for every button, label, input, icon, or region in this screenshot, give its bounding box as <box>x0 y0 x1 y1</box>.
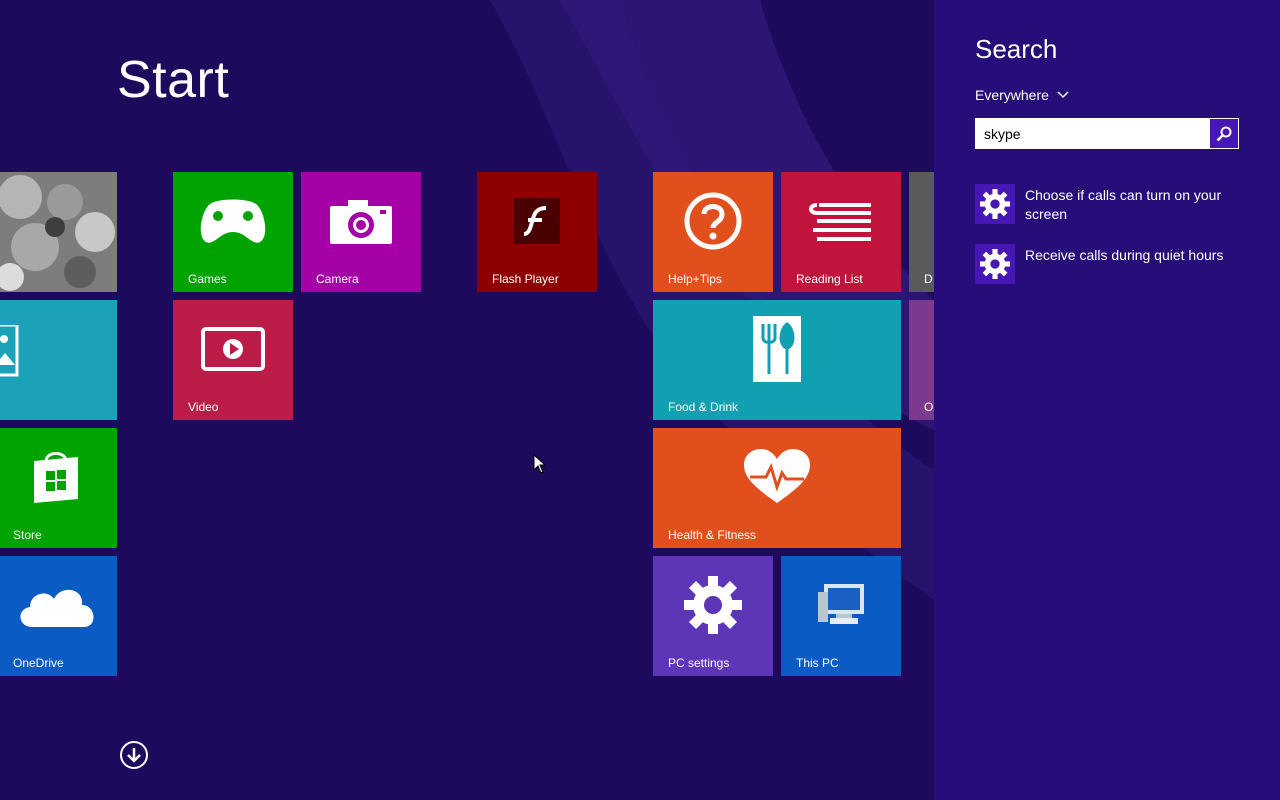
tile-label: Games <box>188 272 227 286</box>
tile-reading-list[interactable]: Reading List <box>781 172 901 292</box>
heart-pulse-icon <box>744 449 810 503</box>
tile-games[interactable]: Games <box>173 172 293 292</box>
result-label: Choose if calls can turn on your screen <box>1025 187 1222 222</box>
flash-icon <box>514 198 560 244</box>
gear-icon <box>684 576 742 634</box>
search-charm-pane: Search Everywhere skype Choose if calls … <box>934 0 1280 800</box>
search-title: Search <box>975 34 1058 64</box>
search-icon <box>1216 126 1232 141</box>
search-scope-label: Everywhere <box>975 87 1049 103</box>
tile-label: Store <box>13 528 42 542</box>
tile-label: O <box>924 400 934 414</box>
tile-food-drink[interactable]: Food & Drink <box>653 300 901 420</box>
all-apps-arrow-button[interactable] <box>120 741 148 769</box>
tile-label: Camera <box>316 272 359 286</box>
search-button[interactable] <box>1210 119 1238 148</box>
camera-icon <box>330 200 392 244</box>
tile-store[interactable]: Store <box>0 428 117 548</box>
fork-knife-icon <box>753 316 801 382</box>
tile-camera[interactable]: Camera <box>301 172 421 292</box>
tile-label: Help+Tips <box>668 272 722 286</box>
search-result-item[interactable]: Choose if calls can turn on your screen <box>975 184 1235 224</box>
tile-flash-player[interactable]: Flash Player <box>477 172 597 292</box>
weather-icon <box>0 325 19 377</box>
tile-label: This PC <box>796 656 839 670</box>
start-title: Start <box>117 51 230 109</box>
tile-label: Reading List <box>796 272 863 286</box>
start-screen: Start Store OneDrive Games Camera Video … <box>0 0 934 800</box>
photo-icon <box>0 172 117 292</box>
result-label: Receive calls during quiet hours <box>1025 247 1224 263</box>
tile-health-fitness[interactable]: Health & Fitness <box>653 428 901 548</box>
tile-video[interactable]: Video <box>173 300 293 420</box>
tile-help-tips[interactable]: Help+Tips <box>653 172 773 292</box>
computer-icon <box>818 584 864 624</box>
chevron-down-icon <box>1057 91 1069 99</box>
result-icon-box <box>975 244 1015 284</box>
search-result-item[interactable]: Receive calls during quiet hours <box>975 244 1235 284</box>
tile-label: Food & Drink <box>668 400 739 414</box>
question-icon <box>684 192 742 250</box>
tile-weather[interactable] <box>0 300 117 420</box>
tile-label: D <box>924 272 933 286</box>
tile-label: Video <box>188 400 219 414</box>
gamepad-icon <box>200 199 266 243</box>
tile-onedrive[interactable]: OneDrive <box>0 556 117 676</box>
tile-label: Health & Fitness <box>668 528 757 542</box>
mouse-cursor-icon <box>533 454 547 474</box>
tile-partial-o[interactable]: O <box>909 300 934 420</box>
search-box <box>975 118 1239 149</box>
cloud-icon <box>20 589 94 627</box>
search-scope-dropdown[interactable]: Everywhere <box>975 87 1069 103</box>
tile-partial-d[interactable]: D <box>909 172 934 292</box>
gear-icon <box>980 249 1010 279</box>
search-input[interactable] <box>975 118 1209 149</box>
store-bag-icon <box>34 452 78 503</box>
tile-pc-settings[interactable]: PC settings <box>653 556 773 676</box>
tile-label: Flash Player <box>492 272 559 286</box>
result-icon-box <box>975 184 1015 224</box>
tile-this-pc[interactable]: This PC <box>781 556 901 676</box>
arrow-down-icon <box>127 748 141 763</box>
video-play-icon <box>201 327 265 371</box>
tile-photos[interactable] <box>0 172 117 292</box>
tile-label: OneDrive <box>13 656 64 670</box>
reading-list-icon <box>809 203 871 241</box>
gear-icon <box>980 189 1010 219</box>
tile-label: PC settings <box>668 656 730 670</box>
